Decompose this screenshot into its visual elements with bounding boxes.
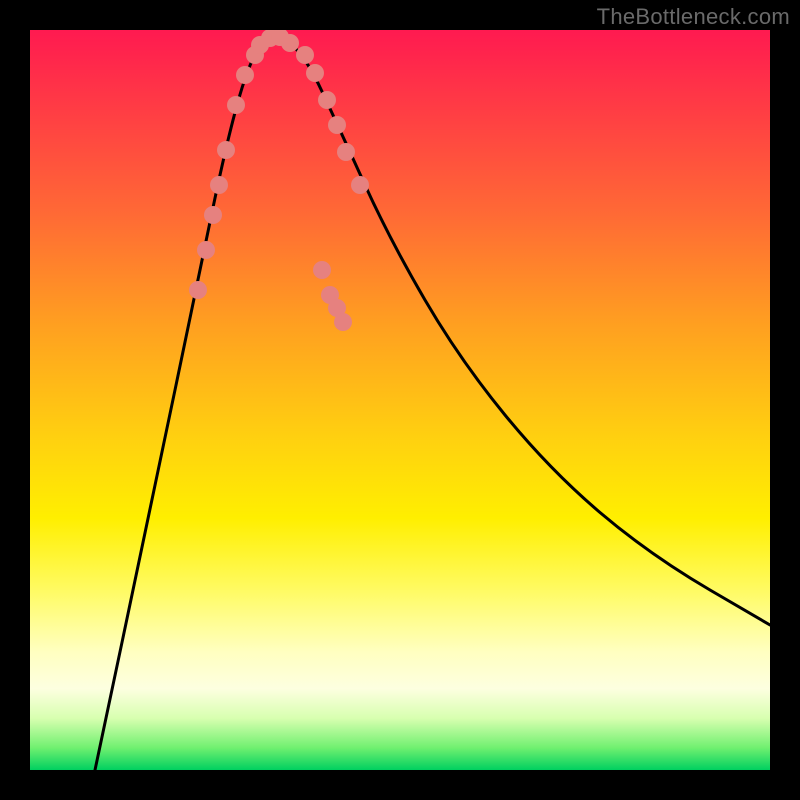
data-marker xyxy=(313,261,331,279)
data-marker xyxy=(351,176,369,194)
data-marker xyxy=(306,64,324,82)
data-marker xyxy=(296,46,314,64)
watermark-text: TheBottleneck.com xyxy=(597,4,790,30)
data-marker xyxy=(217,141,235,159)
data-marker xyxy=(210,176,228,194)
data-marker xyxy=(197,241,215,259)
data-marker xyxy=(227,96,245,114)
data-marker xyxy=(337,143,355,161)
data-marker xyxy=(328,116,346,134)
data-marker xyxy=(236,66,254,84)
main-curve-path xyxy=(95,40,770,770)
bottleneck-curve xyxy=(30,30,770,770)
data-marker xyxy=(334,313,352,331)
data-marker xyxy=(204,206,222,224)
chart-frame: TheBottleneck.com xyxy=(0,0,800,800)
plot-area xyxy=(30,30,770,770)
data-marker xyxy=(318,91,336,109)
data-marker xyxy=(281,34,299,52)
data-marker xyxy=(189,281,207,299)
